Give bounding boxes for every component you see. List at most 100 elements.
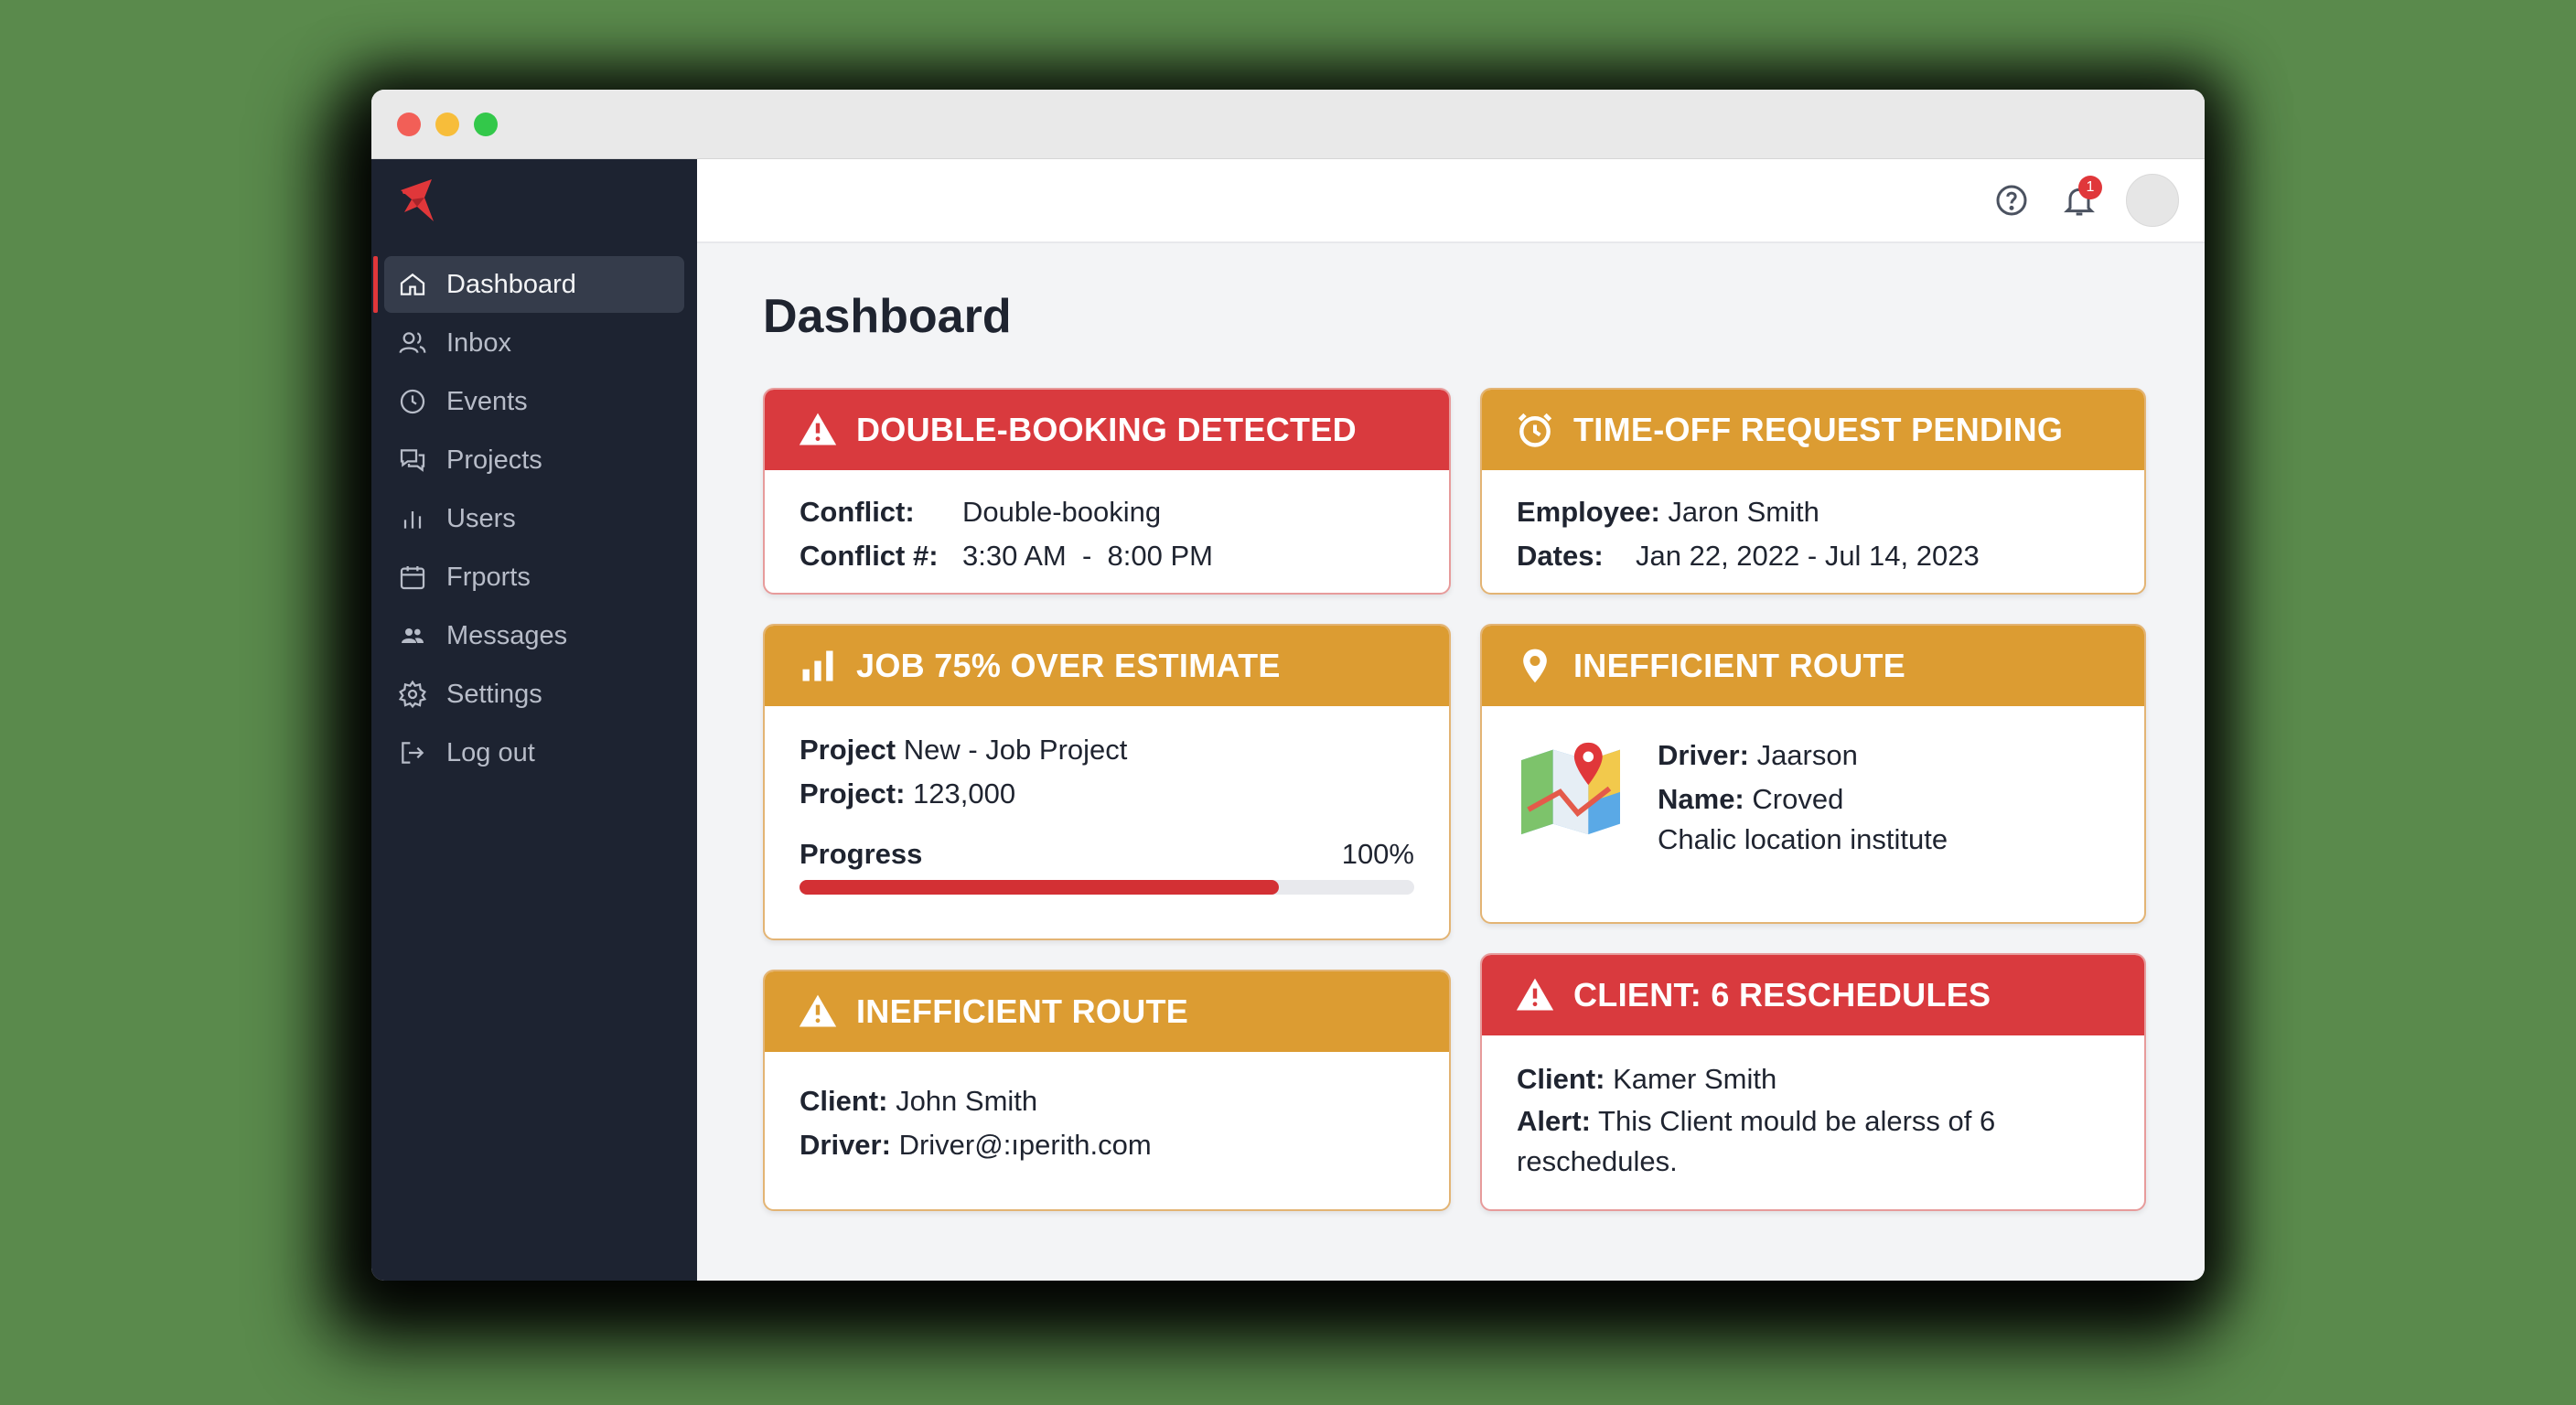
driver-value: Jaarson <box>1756 739 1858 771</box>
card-title: INEFFICIENT ROUTE <box>1573 647 1906 684</box>
project-label: Project <box>800 734 896 766</box>
card-body: Employee: Jaron Smith Dates: Jan 22, 2022… <box>1482 470 2144 593</box>
sidebar-item-label: Settings <box>446 679 542 709</box>
home-icon <box>397 269 428 300</box>
minimize-window-button[interactable] <box>435 112 459 136</box>
sidebar: Dashboard Inbox Events Projects Users Fr… <box>371 159 697 1281</box>
chat-icon <box>397 445 428 476</box>
card-title: CLIENT: 6 RESCHEDULES <box>1573 976 1991 1014</box>
sidebar-item-settings[interactable]: Settings <box>384 666 684 723</box>
driver-value: Driver@:ıperith.com <box>898 1129 1152 1161</box>
progress-percent: 100% <box>1341 838 1414 870</box>
group-icon <box>397 620 428 651</box>
help-icon <box>1996 185 2027 216</box>
card-body: Project New - Job Project Project: 123,0… <box>765 706 1449 915</box>
driver-label: Driver: <box>1658 739 1749 771</box>
client-reschedules-card[interactable]: CLIENT: 6 RESCHEDULES Client: Kamer Smit… <box>1480 953 2146 1211</box>
bar-chart-icon <box>796 644 840 688</box>
app-window: Dashboard Inbox Events Projects Users Fr… <box>371 90 2205 1281</box>
client-value: Kamer Smith <box>1613 1063 1777 1095</box>
card-body: Conflict: Double-booking Conflict #: 3:30 … <box>765 470 1449 593</box>
gear-icon <box>397 679 428 710</box>
sidebar-item-projects[interactable]: Projects <box>384 432 684 488</box>
location-text: Chalic location institute <box>1658 823 1948 855</box>
notification-badge: 1 <box>2078 176 2102 199</box>
conflict-number-label: Conflict #: <box>800 540 939 572</box>
sidebar-item-dashboard[interactable]: Dashboard <box>373 256 684 313</box>
conflict-value: Double-booking <box>962 496 1162 528</box>
main-content: 1 Dashboard DOUBLE-BOOKING DETECTED Conf… <box>697 159 2205 1281</box>
card-header: INEFFICIENT ROUTE <box>1482 626 2144 706</box>
sidebar-item-label: Events <box>446 386 528 416</box>
name-label: Name: <box>1658 783 1744 815</box>
avatar[interactable] <box>2126 174 2179 227</box>
help-button[interactable] <box>1991 179 2033 221</box>
notifications-button[interactable]: 1 <box>2058 176 2102 221</box>
warning-icon <box>796 408 840 452</box>
inefficient-route-map-card[interactable]: INEFFICIENT ROUTE Driver: Jaarson Name: … <box>1480 624 2146 924</box>
card-body: Client: John Smith Driver: Driver@:ıperi… <box>765 1052 1449 1187</box>
progress-label: Progress <box>800 838 923 870</box>
users-icon <box>397 327 428 359</box>
app-logo-icon[interactable] <box>392 176 443 227</box>
warning-icon <box>796 990 840 1034</box>
job-over-estimate-card[interactable]: JOB 75% OVER ESTIMATE Project New - Job … <box>763 624 1451 940</box>
page-title: Dashboard <box>763 290 1012 343</box>
title-bar <box>371 90 2205 159</box>
sidebar-item-logout[interactable]: Log out <box>384 724 684 781</box>
progress-bar-fill <box>800 880 1280 895</box>
logout-icon <box>397 737 428 768</box>
sidebar-item-messages[interactable]: Messages <box>384 607 684 664</box>
warning-icon <box>1513 973 1557 1017</box>
sidebar-item-label: Inbox <box>446 327 511 358</box>
dates-label: Dates: <box>1517 540 1604 572</box>
alert-label: Alert: <box>1517 1105 1591 1137</box>
map-icon <box>1521 742 1620 835</box>
close-window-button[interactable] <box>397 112 421 136</box>
sidebar-item-label: Messages <box>446 620 568 650</box>
card-header: TIME-OFF REQUEST PENDING <box>1482 390 2144 470</box>
bar-chart-icon <box>397 503 428 534</box>
inefficient-route-card[interactable]: INEFFICIENT ROUTE Client: John Smith Dri… <box>763 970 1451 1211</box>
project-amount-label: Project: <box>800 778 906 810</box>
maximize-window-button[interactable] <box>474 112 498 136</box>
sidebar-item-label: Users <box>446 503 516 533</box>
progress-bar <box>800 880 1414 895</box>
calendar-icon <box>397 562 428 593</box>
sidebar-item-label: Dashboard <box>446 269 576 299</box>
sidebar-item-frports[interactable]: Frports <box>384 549 684 606</box>
double-booking-card[interactable]: DOUBLE-BOOKING DETECTED Conflict: Double-… <box>763 388 1451 595</box>
card-title: JOB 75% OVER ESTIMATE <box>856 647 1281 684</box>
clock-icon <box>397 386 428 417</box>
dates-value: Jan 22, 2022 - Jul 14, 2023 <box>1636 540 1980 572</box>
sidebar-item-label: Frports <box>446 562 531 592</box>
client-label: Client: <box>800 1085 888 1117</box>
card-title: TIME-OFF REQUEST PENDING <box>1573 411 2064 448</box>
name-value: Croved <box>1752 783 1844 815</box>
sidebar-item-label: Log out <box>446 737 535 767</box>
top-bar: 1 <box>697 159 2205 243</box>
time-off-card[interactable]: TIME-OFF REQUEST PENDING Employee: Jaron… <box>1480 388 2146 595</box>
sidebar-item-inbox[interactable]: Inbox <box>384 315 684 371</box>
card-title: DOUBLE-BOOKING DETECTED <box>856 411 1357 448</box>
card-title: INEFFICIENT ROUTE <box>856 992 1189 1030</box>
card-header: CLIENT: 6 RESCHEDULES <box>1482 955 2144 1035</box>
sidebar-item-users[interactable]: Users <box>384 490 684 547</box>
driver-label: Driver: <box>800 1129 891 1161</box>
employee-value: Jaron Smith <box>1668 496 1819 528</box>
sidebar-nav: Dashboard Inbox Events Projects Users Fr… <box>371 256 697 783</box>
client-label: Client: <box>1517 1063 1605 1095</box>
sidebar-item-events[interactable]: Events <box>384 373 684 430</box>
location-pin-icon <box>1513 644 1557 688</box>
conflict-label: Conflict: <box>800 496 915 528</box>
card-body: Client: Kamer Smith Alert: This Client m… <box>1482 1035 2144 1202</box>
card-header: INEFFICIENT ROUTE <box>765 971 1449 1052</box>
project-value: New - Job Project <box>903 734 1128 766</box>
sidebar-item-label: Projects <box>446 445 542 475</box>
client-value: John Smith <box>896 1085 1038 1117</box>
project-amount-value: 123,000 <box>913 778 1016 810</box>
employee-label: Employee: <box>1517 496 1660 528</box>
card-header: DOUBLE-BOOKING DETECTED <box>765 390 1449 470</box>
card-body: Driver: Jaarson Name: Croved Chalic loca… <box>1482 706 2144 885</box>
card-header: JOB 75% OVER ESTIMATE <box>765 626 1449 706</box>
